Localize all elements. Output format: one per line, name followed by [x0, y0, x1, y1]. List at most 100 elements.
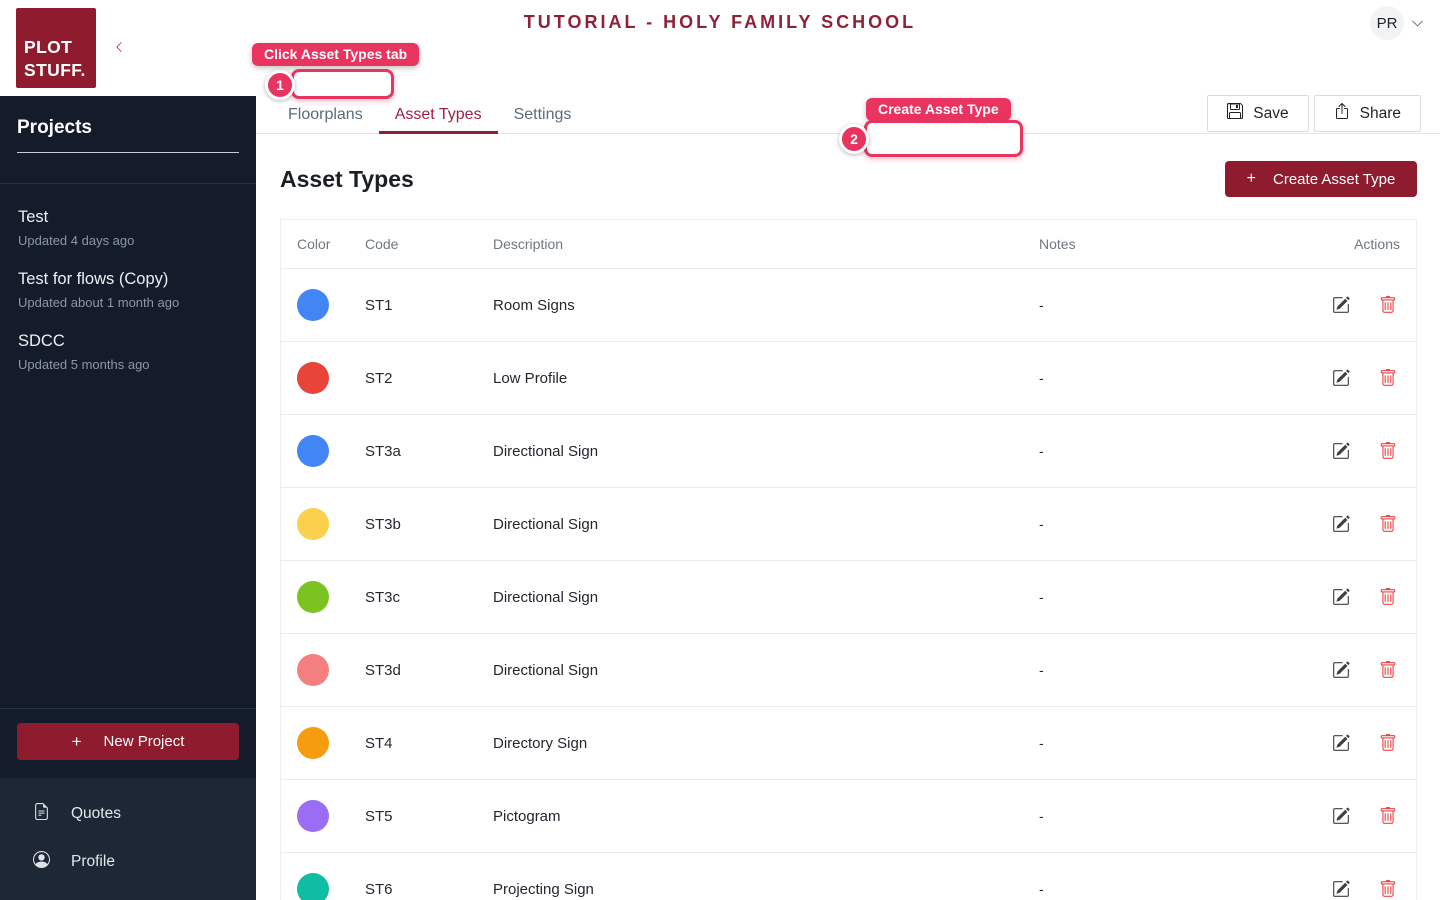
save-button[interactable]: Save	[1207, 95, 1309, 132]
app-screen: PLOT STUFF. TUTORIAL - HOLY FAMILY SCHOO…	[0, 0, 1440, 900]
delete-button[interactable]	[1379, 369, 1397, 387]
profile-label: Profile	[71, 853, 115, 870]
cell-code: ST3b	[365, 515, 401, 533]
color-dot	[297, 289, 329, 321]
create-asset-type-button[interactable]: + Create Asset Type	[1225, 161, 1417, 197]
color-dot	[297, 362, 329, 394]
tab-settings[interactable]: Settings	[498, 96, 588, 133]
edit-button[interactable]	[1332, 515, 1350, 533]
column-code: Code	[365, 236, 399, 252]
logo-line2: STUFF.	[24, 59, 86, 80]
cell-code: ST5	[365, 807, 393, 825]
cell-notes: -	[1039, 881, 1044, 897]
file-text-icon	[33, 803, 50, 825]
table-row: ST5 Pictogram -	[281, 779, 1416, 852]
project-item-test-for-flows-copy[interactable]: Test for flows (Copy) Updated about 1 mo…	[0, 259, 256, 321]
delete-button[interactable]	[1379, 807, 1397, 825]
sidebar-footer: Quotes Profile	[0, 778, 256, 900]
sidebar-heading-wrap: Projects	[17, 117, 239, 153]
cell-description: Directional Sign	[493, 515, 599, 533]
asset-types-content: Asset Types + Create Asset Type Color Co…	[256, 161, 1440, 900]
sidebar-item-profile[interactable]: Profile	[0, 838, 256, 886]
user-menu[interactable]: PR	[1370, 6, 1424, 40]
color-dot	[297, 435, 329, 467]
edit-button[interactable]	[1332, 442, 1350, 460]
delete-button[interactable]	[1379, 296, 1397, 314]
cell-notes: -	[1039, 443, 1044, 459]
edit-button[interactable]	[1332, 807, 1350, 825]
edit-button[interactable]	[1332, 588, 1350, 606]
asset-types-table: Color Code Description Notes Actions ST1…	[280, 219, 1417, 900]
avatar[interactable]: PR	[1370, 6, 1404, 40]
sidebar: Projects Test Updated 4 days ago Test fo…	[0, 96, 256, 900]
delete-button[interactable]	[1379, 734, 1397, 752]
cell-notes: -	[1039, 589, 1044, 605]
project-updated: Updated 4 days ago	[18, 233, 135, 248]
cell-notes: -	[1039, 735, 1044, 751]
color-dot	[297, 508, 329, 540]
chevron-left-icon	[113, 40, 125, 57]
new-project-label: New Project	[103, 733, 185, 750]
top-header: PLOT STUFF. TUTORIAL - HOLY FAMILY SCHOO…	[0, 0, 1440, 96]
page-title: Asset Types	[280, 165, 414, 192]
table-row: ST3b Directional Sign -	[281, 487, 1416, 560]
edit-button[interactable]	[1332, 369, 1350, 387]
cell-description: Low Profile	[493, 369, 568, 387]
table-row: ST6 Projecting Sign -	[281, 852, 1416, 900]
plus-icon: +	[71, 731, 82, 751]
cell-description: Directory Sign	[493, 734, 588, 752]
project-item-sdcc[interactable]: SDCC Updated 5 months ago	[0, 321, 256, 383]
column-color: Color	[297, 236, 331, 252]
color-dot	[297, 581, 329, 613]
new-project-button[interactable]: + New Project	[17, 723, 239, 760]
project-updated: Updated about 1 month ago	[18, 295, 180, 310]
collapse-sidebar-button[interactable]	[111, 38, 127, 58]
edit-button[interactable]	[1332, 661, 1350, 679]
cell-code: ST1	[365, 296, 393, 314]
cell-code: ST2	[365, 369, 393, 387]
cell-notes: -	[1039, 370, 1044, 386]
column-description: Description	[493, 236, 564, 252]
table-row: ST3c Directional Sign -	[281, 560, 1416, 633]
cell-notes: -	[1039, 662, 1044, 678]
save-label: Save	[1253, 104, 1289, 122]
edit-button[interactable]	[1332, 734, 1350, 752]
person-circle-icon	[33, 851, 50, 873]
delete-button[interactable]	[1379, 515, 1397, 533]
cell-notes: -	[1039, 516, 1044, 532]
share-button[interactable]: Share	[1313, 95, 1421, 132]
tutorial-step2-highlight-box[interactable]	[864, 120, 1023, 157]
sidebar-item-quotes[interactable]: Quotes	[0, 790, 256, 838]
edit-button[interactable]	[1332, 880, 1350, 898]
tab-floorplans[interactable]: Floorplans	[272, 96, 379, 133]
chevron-down-icon	[1411, 17, 1424, 30]
cell-code: ST4	[365, 734, 393, 752]
share-label: Share	[1359, 104, 1401, 122]
cell-code: ST3c	[365, 588, 401, 606]
table-row: ST3d Directional Sign -	[281, 633, 1416, 706]
cell-description: Directional Sign	[493, 661, 599, 679]
projects-heading: Projects	[17, 117, 92, 138]
tutorial-step2-badge: 2	[839, 124, 869, 154]
color-dot	[297, 727, 329, 759]
tab-asset-types[interactable]: Asset Types	[378, 96, 498, 134]
cell-code: ST6	[365, 880, 393, 898]
logo-line1: PLOT	[24, 37, 73, 58]
table-row: ST2 Low Profile -	[281, 341, 1416, 414]
cell-description: Projecting Sign	[493, 880, 594, 898]
project-name: Test	[18, 208, 49, 226]
edit-button[interactable]	[1332, 296, 1350, 314]
table-row: ST1 Room Signs -	[281, 268, 1416, 341]
delete-button[interactable]	[1379, 661, 1397, 679]
delete-button[interactable]	[1379, 588, 1397, 606]
color-dot	[297, 873, 329, 900]
quotes-label: Quotes	[71, 805, 121, 822]
tutorial-step1-highlight-box[interactable]	[291, 69, 394, 99]
color-dot	[297, 654, 329, 686]
delete-button[interactable]	[1379, 442, 1397, 460]
column-actions: Actions	[1354, 236, 1400, 252]
column-notes: Notes	[1039, 236, 1076, 252]
project-item-test[interactable]: Test Updated 4 days ago	[0, 197, 256, 259]
project-list: Test Updated 4 days ago Test for flows (…	[0, 197, 256, 383]
delete-button[interactable]	[1379, 880, 1397, 898]
